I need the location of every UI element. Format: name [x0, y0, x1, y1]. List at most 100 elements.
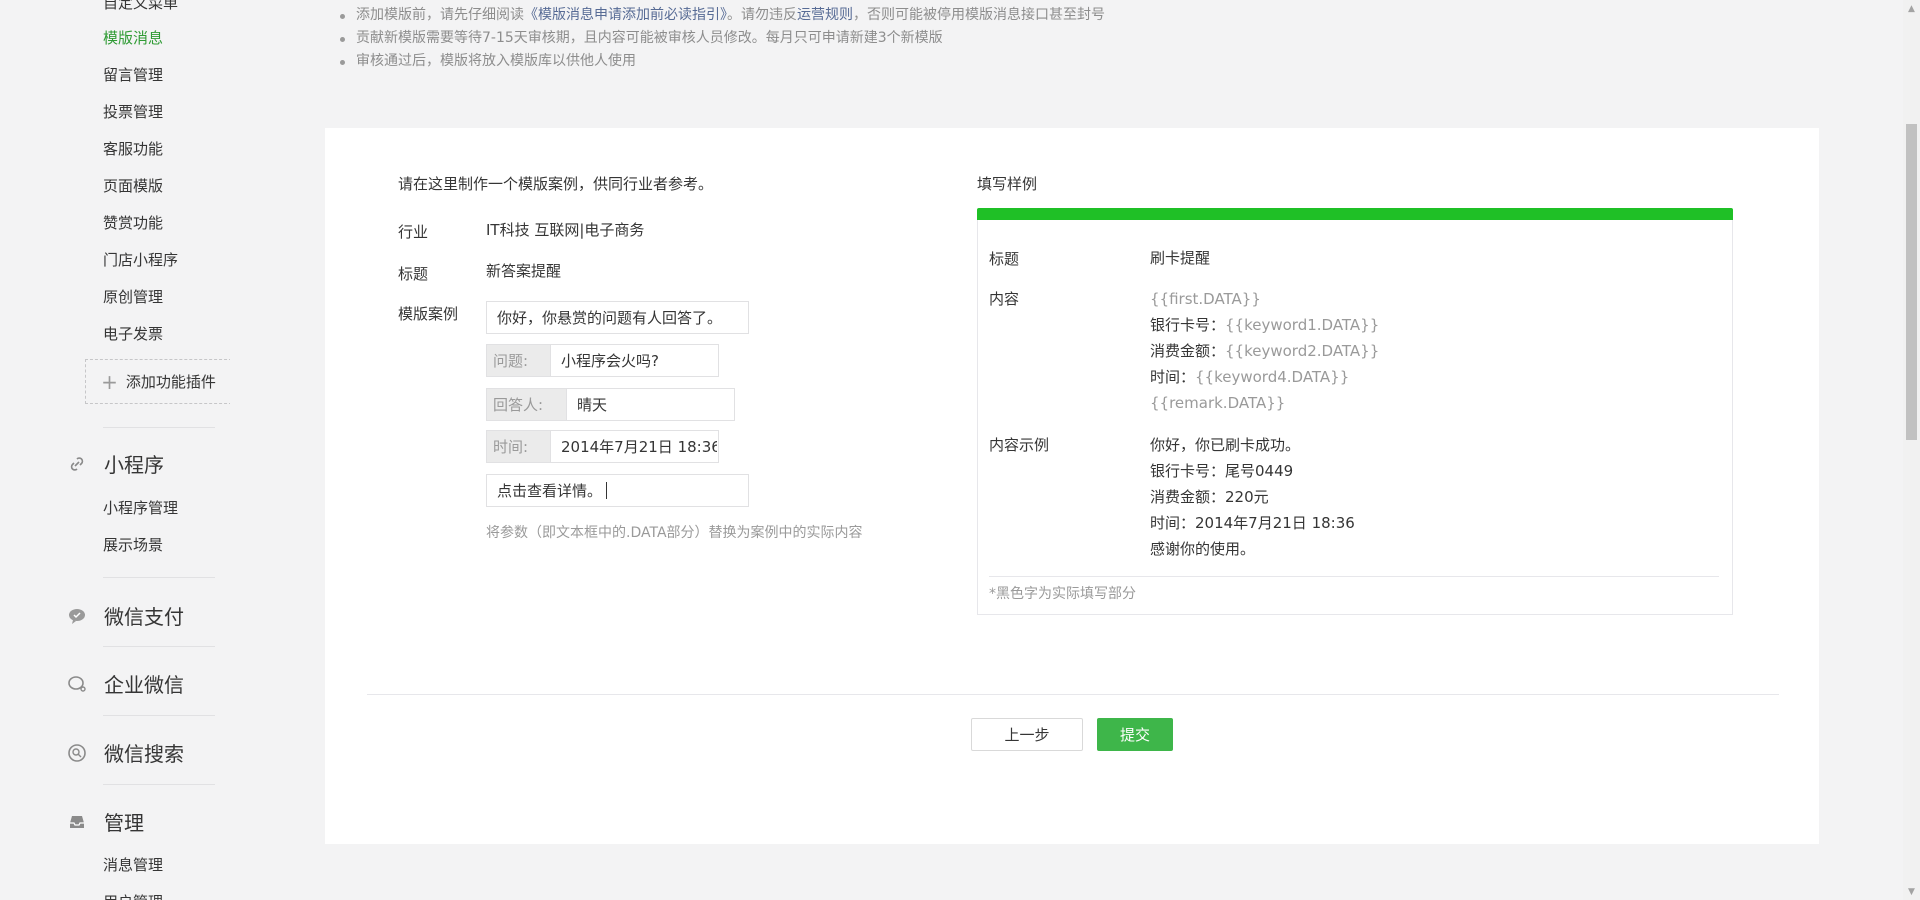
sidebar-item-user-manage[interactable]: 用户管理	[103, 891, 163, 900]
case-question-input[interactable]: 问题: 小程序会火吗?	[486, 344, 719, 377]
plus-icon: +	[101, 369, 118, 394]
scrollbar-thumb[interactable]	[1906, 124, 1917, 440]
sidebar-item-original[interactable]: 原创管理	[103, 286, 163, 307]
title-value: 新答案提醒	[486, 262, 562, 280]
content-line: {{remark.DATA}}	[1150, 394, 1286, 412]
example-line: 你好，你已刷卡成功。	[1150, 436, 1301, 454]
sidebar-divider	[103, 577, 215, 578]
content-line: 消费金额：{{keyword2.DATA}}	[1150, 338, 1379, 364]
sample-content: {{first.DATA}} 银行卡号：{{keyword1.DATA}} 消费…	[1150, 286, 1379, 416]
sidebar-item-reward[interactable]: 赞赏功能	[103, 212, 163, 233]
search-circle-icon	[66, 742, 88, 764]
input-text: 2014年7月21日 18:36	[561, 438, 717, 456]
example-line: 消费金额：220元	[1150, 488, 1269, 506]
sample-title-label: 标题	[989, 250, 1020, 268]
footer-divider	[367, 694, 1779, 695]
sample-divider	[989, 576, 1719, 577]
input-prefix: 时间:	[487, 431, 551, 462]
sidebar-section-label: 企业微信	[104, 673, 184, 697]
case-time-input[interactable]: 时间: 2014年7月21日 18:36	[486, 430, 719, 463]
notice-text: 。请勿违反	[727, 7, 797, 23]
content-line: {{first.DATA}}	[1150, 290, 1261, 308]
sidebar-section-miniprogram[interactable]: 小程序	[66, 449, 164, 478]
example-line: 感谢你的使用。	[1150, 540, 1256, 558]
sample-title: 填写样例	[977, 175, 1038, 193]
scroll-down-icon[interactable]: ▼	[1903, 883, 1920, 900]
content-line-value: {{keyword1.DATA}}	[1225, 316, 1380, 334]
rules-link[interactable]: 运营规则	[797, 7, 853, 23]
sidebar-section-wechat-pay[interactable]: 微信支付	[66, 601, 184, 630]
sample-title-value: 刷卡提醒	[1150, 249, 1211, 267]
sidebar-section-label: 管理	[104, 811, 144, 835]
form-hint: 将参数（即文本框中的.DATA部分）替换为案例中的实际内容	[486, 525, 863, 541]
wechat-pay-icon	[66, 605, 88, 627]
notice-list: 添加模版前，请先仔细阅读《模版消息申请添加前必读指引》。请勿违反运营规则，否则可…	[336, 4, 1105, 73]
sidebar-item-votes[interactable]: 投票管理	[103, 101, 163, 122]
example-line: 时间：2014年7月21日 18:36	[1150, 514, 1355, 532]
sidebar-divider	[103, 646, 215, 647]
input-text: 点击查看详情。	[497, 482, 603, 500]
content-line-value: {{keyword2.DATA}}	[1225, 342, 1380, 360]
sidebar-item-custom-menu[interactable]: 自定义菜单	[103, 0, 178, 13]
sample-example: 你好，你已刷卡成功。 银行卡号：尾号0449 消费金额：220元 时间：2014…	[1150, 432, 1355, 562]
content-line: 时间：{{keyword4.DATA}}	[1150, 364, 1379, 390]
sidebar-item-comments[interactable]: 留言管理	[103, 64, 163, 85]
chat-bubble-icon	[66, 673, 88, 695]
sidebar-item-message-manage[interactable]: 消息管理	[103, 854, 163, 875]
example-line: 银行卡号：尾号0449	[1150, 462, 1294, 480]
sidebar-section-label: 微信支付	[104, 605, 184, 629]
add-plugin-button[interactable]: + 添加功能插件	[85, 359, 230, 404]
sidebar-divider	[103, 715, 215, 716]
title-label: 标题	[398, 265, 429, 283]
prev-step-button[interactable]: 上一步	[971, 718, 1083, 751]
case-answerer-input[interactable]: 回答人: 晴天	[486, 388, 735, 421]
input-text: 你好，你悬赏的问题有人回答了。	[497, 309, 723, 327]
industry-label: 行业	[398, 223, 429, 241]
inbox-icon	[66, 811, 88, 833]
notice-item: 贡献新模版需要等待7-15天审核期，且内容可能被审核人员修改。每月只可申请新建3…	[336, 27, 1105, 50]
sidebar-item-customer-service[interactable]: 客服功能	[103, 138, 163, 159]
case-remark-input[interactable]: 点击查看详情。	[486, 474, 749, 507]
guide-link[interactable]: 《模版消息申请添加前必读指引》	[524, 7, 727, 23]
input-text: 晴天	[577, 396, 608, 414]
sidebar-section-wecom[interactable]: 企业微信	[66, 669, 184, 698]
case-label: 模版案例	[398, 305, 459, 323]
sidebar-section-label: 小程序	[104, 453, 164, 477]
add-plugin-label: 添加功能插件	[125, 373, 216, 391]
notice-text: ，否则可能被停用模版消息接口甚至封号	[853, 7, 1105, 23]
sidebar-divider	[103, 784, 215, 785]
sidebar-item-display-scenes[interactable]: 展示场景	[103, 534, 163, 555]
template-form-card: 请在这里制作一个模版案例，供同行业者参考。 行业 IT科技 互联网|电子商务 标…	[325, 128, 1819, 844]
sidebar-item-miniprogram-manage[interactable]: 小程序管理	[103, 497, 178, 518]
notice-item: 添加模版前，请先仔细阅读《模版消息申请添加前必读指引》。请勿违反运营规则，否则可…	[336, 4, 1105, 27]
sidebar-item-e-invoice[interactable]: 电子发票	[103, 323, 163, 344]
sidebar-section-label: 微信搜索	[104, 742, 184, 766]
sidebar-item-store-miniprogram[interactable]: 门店小程序	[103, 249, 178, 270]
sidebar-section-manage[interactable]: 管理	[66, 807, 144, 836]
sidebar: 自定义菜单 模版消息 留言管理 投票管理 客服功能 页面模版 赞赏功能 门店小程…	[0, 0, 230, 900]
notice-text: 添加模版前，请先仔细阅读	[356, 7, 524, 23]
content-line-label: 银行卡号：	[1150, 316, 1226, 334]
sample-note: *黑色字为实际填写部分	[989, 586, 1136, 602]
sidebar-item-page-templates[interactable]: 页面模版	[103, 175, 163, 196]
vertical-scrollbar[interactable]: ▲ ▼	[1903, 0, 1920, 900]
content-line-label: 消费金额：	[1150, 342, 1226, 360]
sidebar-item-template-message[interactable]: 模版消息	[103, 27, 163, 48]
content-line-label: 时间：	[1150, 368, 1196, 386]
industry-value: IT科技 互联网|电子商务	[486, 221, 645, 239]
input-prefix: 问题:	[487, 345, 551, 376]
form-intro: 请在这里制作一个模版案例，供同行业者参考。	[398, 175, 714, 193]
scroll-up-icon[interactable]: ▲	[1903, 0, 1920, 17]
sample-header-bar	[977, 208, 1733, 220]
sample-example-label: 内容示例	[989, 436, 1050, 454]
content-line-value: {{keyword4.DATA}}	[1195, 368, 1350, 386]
case-first-input[interactable]: 你好，你悬赏的问题有人回答了。	[486, 301, 749, 334]
submit-button[interactable]: 提交	[1097, 718, 1173, 751]
input-prefix: 回答人:	[487, 389, 567, 420]
sample-panel: 标题 刷卡提醒 内容 {{first.DATA}} 银行卡号：{{keyword…	[977, 208, 1733, 615]
sample-content-label: 内容	[989, 290, 1020, 308]
link-icon	[66, 453, 88, 475]
input-text: 小程序会火吗?	[561, 352, 659, 370]
content-line: 银行卡号：{{keyword1.DATA}}	[1150, 312, 1379, 338]
sidebar-section-wechat-search[interactable]: 微信搜索	[66, 738, 184, 767]
